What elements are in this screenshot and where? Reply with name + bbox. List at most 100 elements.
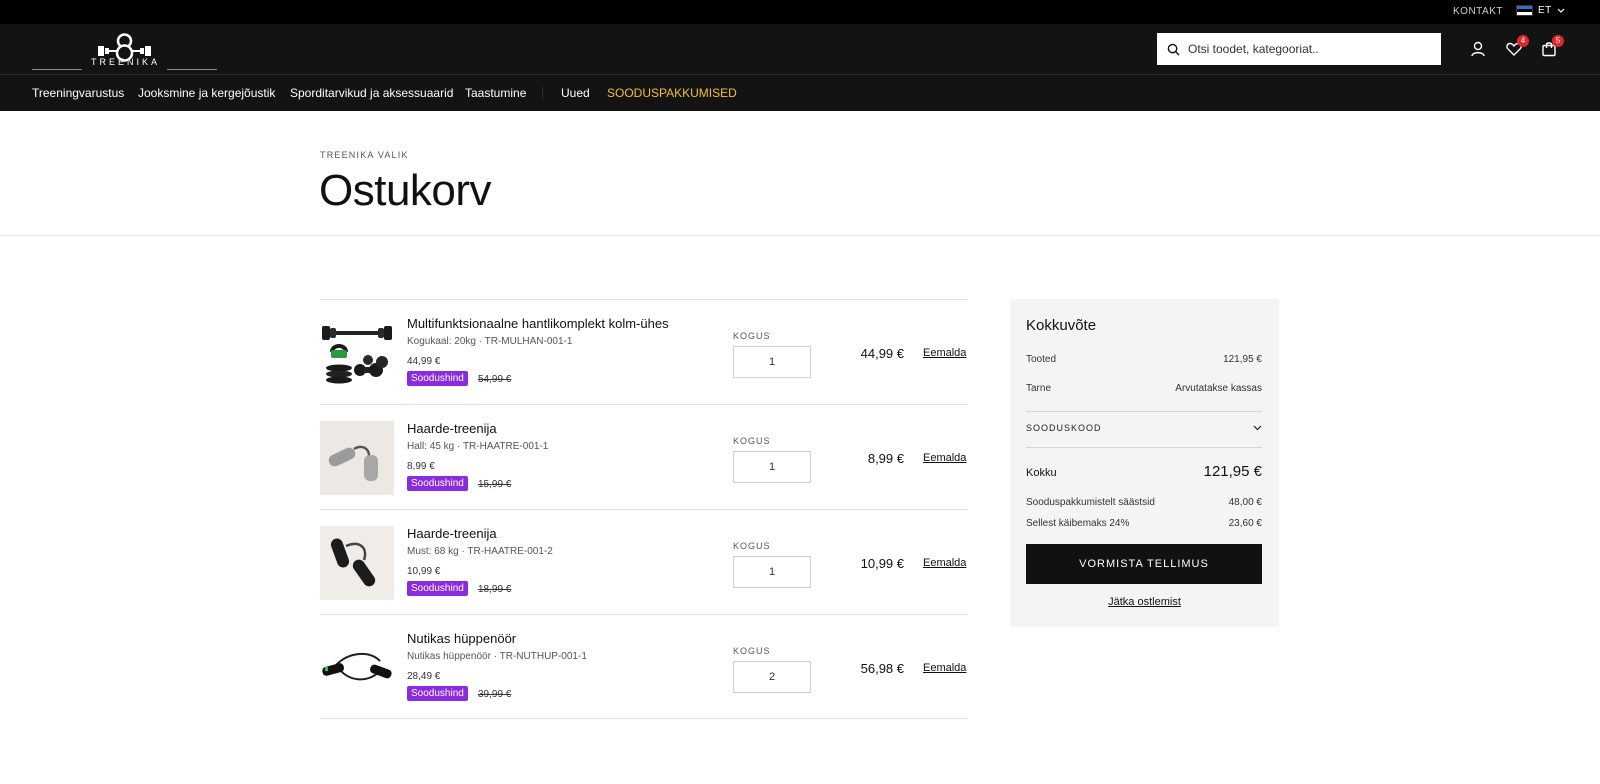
section-divider bbox=[0, 235, 1600, 236]
cart-item: Nutikas hüppenöör Nutikas hüppenöör · TR… bbox=[320, 614, 968, 719]
continue-shopping-link[interactable]: Jätka ostlemist bbox=[1108, 596, 1181, 608]
sale-badge: Soodushind bbox=[407, 476, 468, 491]
products-value: 121,95 € bbox=[1223, 354, 1262, 365]
original-price: 15,99 € bbox=[478, 479, 512, 490]
shipping-label: Tarne bbox=[1026, 383, 1052, 394]
chevron-down-icon bbox=[1557, 8, 1565, 13]
original-price: 54,99 € bbox=[478, 374, 512, 385]
remove-item-link[interactable]: Eemalda bbox=[923, 557, 966, 569]
product-variant: Kogukaal: 20kg · TR-MULHAN-001-1 bbox=[407, 336, 573, 347]
summary-title: Kokkuvõte bbox=[1026, 317, 1097, 334]
search-icon bbox=[1167, 43, 1180, 56]
product-image[interactable] bbox=[320, 631, 394, 705]
unit-price: 28,49 € bbox=[407, 671, 441, 682]
total-label: Kokku bbox=[1026, 467, 1057, 479]
page-title: Ostukorv bbox=[319, 166, 492, 215]
quantity-label: KOGUS bbox=[733, 331, 771, 341]
summary-savings-row: Sooduspakkumistelt säästsid 48,00 € bbox=[1026, 497, 1262, 508]
summary-divider bbox=[1026, 411, 1262, 412]
quantity-input[interactable] bbox=[733, 451, 811, 483]
product-image[interactable] bbox=[320, 421, 394, 495]
cart-item-list: Multifunktsionaalne hantlikomplekt kolm-… bbox=[320, 299, 968, 719]
brand-logo[interactable]: TREENIKA bbox=[32, 30, 217, 71]
nav-item-running-athletics[interactable]: Jooksmine ja kergejõustik bbox=[138, 86, 275, 100]
sale-badge: Soodushind bbox=[407, 371, 468, 386]
quantity-label: KOGUS bbox=[733, 436, 771, 446]
product-variant: Hall: 45 kg · TR-HAATRE-001-1 bbox=[407, 441, 549, 452]
quantity-input[interactable] bbox=[733, 556, 811, 588]
product-variant: Must: 68 kg · TR-HAATRE-001-2 bbox=[407, 546, 553, 557]
vat-value: 23,60 € bbox=[1228, 518, 1262, 529]
remove-item-link[interactable]: Eemalda bbox=[923, 452, 966, 464]
nav-item-sports-accessories[interactable]: Sporditarvikud ja aksessuaarid bbox=[290, 86, 453, 100]
product-image[interactable] bbox=[320, 526, 394, 600]
cart-item: Haarde-treenija Hall: 45 kg · TR-HAATRE-… bbox=[320, 404, 968, 509]
language-selector[interactable]: ET bbox=[1516, 5, 1565, 16]
grip-trainer-black-icon bbox=[330, 538, 376, 587]
user-icon bbox=[1471, 41, 1485, 57]
search-input[interactable] bbox=[1188, 42, 1428, 56]
nav-item-training-equipment[interactable]: Treeningvarustus bbox=[32, 86, 124, 100]
line-total: 44,99 € bbox=[860, 346, 904, 361]
cart-button[interactable]: 5 bbox=[1540, 35, 1564, 58]
top-bar: KONTAKT ET bbox=[0, 0, 1600, 24]
chevron-down-icon bbox=[1253, 425, 1262, 431]
nav-item-new[interactable]: Uued bbox=[561, 86, 590, 100]
line-total: 56,98 € bbox=[860, 661, 904, 676]
quantity-input[interactable] bbox=[733, 661, 811, 693]
search-box[interactable] bbox=[1157, 33, 1441, 65]
product-image[interactable] bbox=[320, 316, 394, 390]
promo-code-label: SOODUSKOOD bbox=[1026, 423, 1102, 433]
quantity-label: KOGUS bbox=[733, 646, 771, 656]
estonian-flag-icon bbox=[1516, 5, 1533, 16]
unit-price: 44,99 € bbox=[407, 356, 441, 367]
wishlist-count-badge: 4 bbox=[1517, 35, 1529, 47]
nav-separator bbox=[542, 87, 543, 99]
summary-shipping-row: Tarne Arvutatakse kassas bbox=[1026, 383, 1262, 394]
dumbbell-set-icon bbox=[322, 326, 392, 384]
total-value: 121,95 € bbox=[1203, 463, 1262, 480]
breadcrumb: TREENIKA VALIK bbox=[320, 150, 409, 160]
site-header: TREENIKA 4 5 bbox=[0, 24, 1600, 74]
savings-label: Sooduspakkumistelt säästsid bbox=[1026, 497, 1155, 508]
products-label: Tooted bbox=[1026, 354, 1057, 365]
unit-price: 8,99 € bbox=[407, 461, 435, 472]
line-total: 10,99 € bbox=[860, 556, 904, 571]
language-code: ET bbox=[1538, 5, 1552, 16]
product-name[interactable]: Haarde-treenija bbox=[407, 526, 497, 541]
quantity-label: KOGUS bbox=[733, 541, 771, 551]
product-name[interactable]: Nutikas hüppenöör bbox=[407, 631, 516, 646]
summary-vat-row: Sellest käibemaks 24% 23,60 € bbox=[1026, 518, 1262, 529]
checkout-button[interactable]: VORMISTA TELLIMUS bbox=[1026, 544, 1262, 584]
summary-divider bbox=[1026, 447, 1262, 448]
product-name[interactable]: Multifunktsionaalne hantlikomplekt kolm-… bbox=[407, 316, 669, 331]
order-summary: Kokkuvõte Tooted 121,95 € Tarne Arvutata… bbox=[1010, 299, 1279, 627]
cart-count-badge: 5 bbox=[1552, 35, 1564, 47]
remove-item-link[interactable]: Eemalda bbox=[923, 347, 966, 359]
quantity-input[interactable] bbox=[733, 346, 811, 378]
product-name[interactable]: Haarde-treenija bbox=[407, 421, 497, 436]
vat-label: Sellest käibemaks 24% bbox=[1026, 518, 1130, 529]
cart-item: Haarde-treenija Must: 68 kg · TR-HAATRE-… bbox=[320, 509, 968, 614]
nav-item-recovery[interactable]: Taastumine bbox=[465, 86, 526, 100]
cart-item: Multifunktsionaalne hantlikomplekt kolm-… bbox=[320, 299, 968, 404]
summary-total-row: Kokku 121,95 € bbox=[1026, 463, 1262, 480]
account-button[interactable] bbox=[1469, 40, 1487, 58]
product-variant: Nutikas hüppenöör · TR-NUTHUP-001-1 bbox=[407, 651, 587, 662]
grip-trainer-gray-icon bbox=[328, 445, 378, 481]
savings-value: 48,00 € bbox=[1228, 497, 1262, 508]
summary-products-row: Tooted 121,95 € bbox=[1026, 354, 1262, 365]
main-navigation: Treeningvarustus Jooksmine ja kergejõust… bbox=[0, 74, 1600, 111]
original-price: 39,99 € bbox=[478, 689, 512, 700]
nav-item-sale[interactable]: SOODUSPAKKUMISED bbox=[607, 86, 737, 100]
continue-shopping: Jätka ostlemist bbox=[1010, 596, 1279, 608]
unit-price: 10,99 € bbox=[407, 566, 441, 577]
sale-badge: Soodushind bbox=[407, 581, 468, 596]
contact-link[interactable]: KONTAKT bbox=[1453, 6, 1503, 17]
remove-item-link[interactable]: Eemalda bbox=[923, 662, 966, 674]
jump-rope-icon bbox=[322, 653, 392, 681]
wishlist-button[interactable]: 4 bbox=[1505, 35, 1529, 58]
line-total: 8,99 € bbox=[867, 451, 904, 466]
promo-code-toggle[interactable]: SOODUSKOOD bbox=[1026, 423, 1262, 433]
brand-name: TREENIKA bbox=[91, 57, 161, 67]
